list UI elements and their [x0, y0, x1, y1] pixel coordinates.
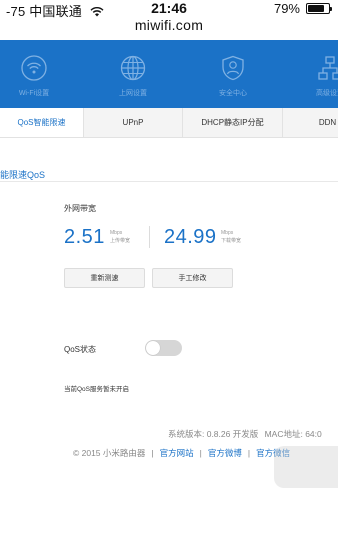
tab-dhcp-static-ip[interactable]: DHCP静态IP分配 [183, 108, 283, 137]
tab-upnp[interactable]: UPnP [84, 108, 183, 137]
mac-address: MAC地址: 64:0 [264, 429, 322, 439]
footer-separator: | [199, 448, 202, 458]
globe-icon [120, 55, 146, 81]
sub-tabs: QoS智能限速 UPnP DHCP静态IP分配 DDN [0, 108, 338, 138]
qos-toggle-knob [146, 341, 160, 355]
speed-separator [149, 226, 150, 248]
manual-edit-button[interactable]: 手工修改 [152, 268, 233, 288]
tab-ddns[interactable]: DDN [283, 108, 338, 137]
copyright: © 2015 小米路由器 [73, 448, 146, 458]
wifi-icon [21, 55, 47, 81]
retest-speed-button[interactable]: 重新测速 [64, 268, 145, 288]
address-bar[interactable]: miwifi.com [0, 17, 338, 37]
download-value: 24.99 [164, 226, 217, 248]
download-unit: Mbps [221, 230, 234, 236]
nav-item-internet[interactable]: 上网设置 [93, 40, 173, 108]
battery-fill [308, 5, 324, 12]
qos-status-label: QoS状态 [64, 345, 97, 354]
battery-percent: 79% [273, 1, 300, 16]
system-version: 系统版本: 0.8.26 开发版 [168, 429, 259, 439]
tab-qos[interactable]: QoS智能限速 [0, 108, 84, 137]
nav-label-advanced: 高级设置 [316, 90, 338, 97]
main-nav: Wi-Fi设置 上网设置 安全中心 高级设置 [0, 40, 338, 108]
battery-icon [306, 3, 332, 14]
upload-bandwidth: 2.51 Mbps 上传带宽 [64, 226, 144, 250]
download-bandwidth: 24.99 Mbps 下载带宽 [164, 226, 264, 250]
section-divider [0, 181, 338, 182]
footer-separator: | [247, 448, 251, 458]
section-title: 能限速QoS [0, 170, 46, 180]
qos-toggle[interactable] [145, 340, 182, 356]
official-site-link[interactable]: 官方网站 [160, 448, 194, 458]
nav-label-wifi: Wi-Fi设置 [18, 90, 50, 97]
nav-item-advanced[interactable]: 高级设置 [290, 40, 338, 108]
bandwidth-label: 外网带宽 [64, 204, 96, 213]
shield-user-icon [222, 55, 244, 81]
upload-value: 2.51 [64, 226, 105, 248]
footer-links: © 2015 小米路由器 | 官方网站 | 官方微博 | 官方微信 [73, 447, 290, 459]
version-info: 系统版本: 0.8.26 开发版 MAC地址: 64:0 [168, 428, 322, 440]
nav-item-security[interactable]: 安全中心 [193, 40, 273, 108]
download-caption: 下载带宽 [221, 238, 242, 244]
qos-status-text: 当前QoS服务暂未开启 [64, 386, 130, 393]
assistive-touch-button[interactable] [274, 446, 338, 488]
status-bar: -75 中国联通 21:46 79% [0, 0, 338, 19]
download-unit-caption: Mbps 下载带宽 [221, 229, 241, 245]
network-icon [318, 56, 338, 80]
official-weibo-link[interactable]: 官方微博 [208, 448, 242, 458]
nav-label-security: 安全中心 [219, 90, 247, 97]
nav-label-internet: 上网设置 [119, 90, 147, 97]
upload-unit: Mbps [110, 230, 123, 236]
footer-separator: | [151, 448, 154, 458]
upload-unit-caption: Mbps 上传带宽 [110, 229, 130, 245]
upload-caption: 上传带宽 [110, 238, 131, 244]
nav-item-wifi[interactable]: Wi-Fi设置 [0, 40, 74, 108]
